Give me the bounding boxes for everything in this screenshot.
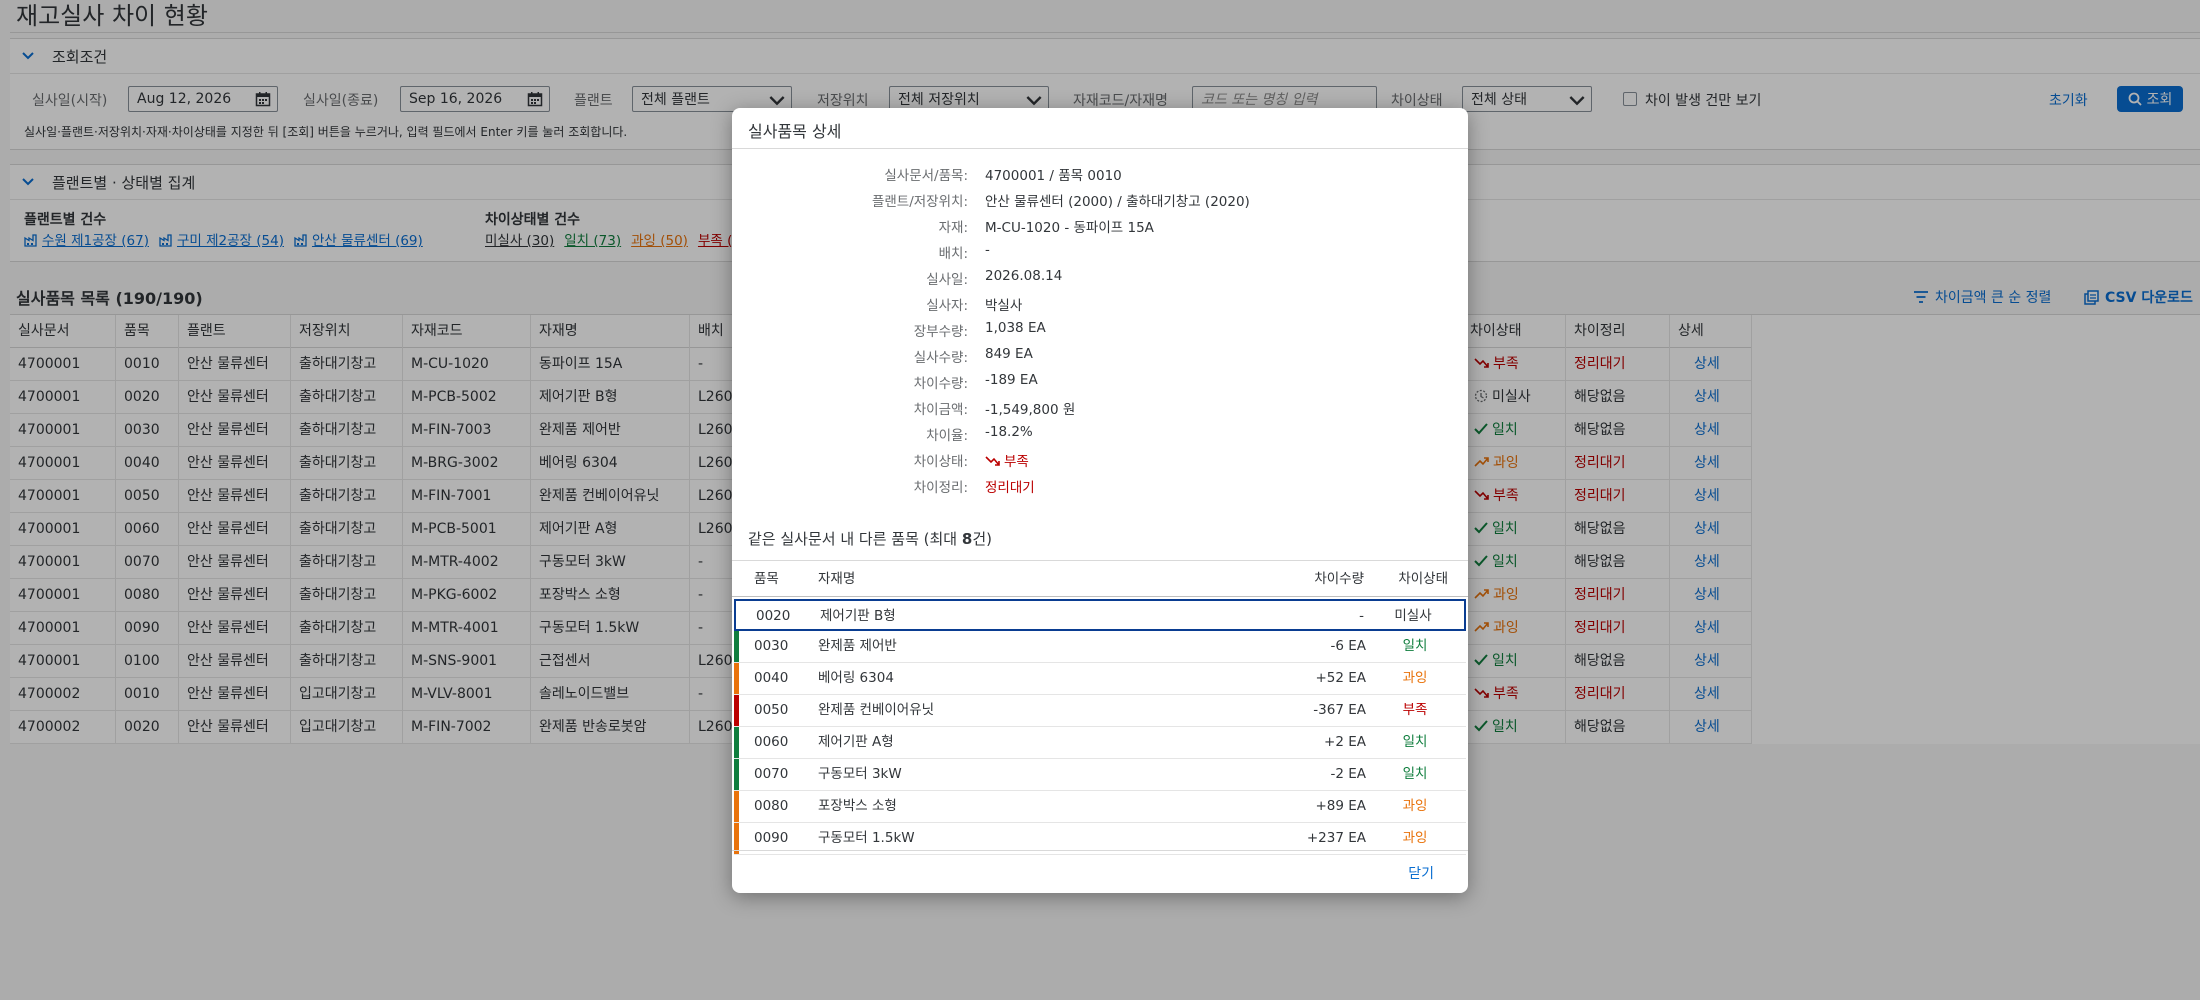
sub-cell-item: 0070 — [754, 766, 789, 782]
status-color-bar — [734, 759, 739, 790]
field-value-text: 부족 — [1004, 454, 1029, 470]
sub-cell-qty: -6 EA — [1330, 638, 1366, 654]
sub-cell-status: 일치 — [1402, 638, 1428, 654]
field-label: 차이수량: — [913, 376, 968, 392]
sub-cell-status: 과잉 — [1402, 798, 1428, 814]
sub-cell-qty: +2 EA — [1324, 734, 1366, 750]
field-value: 박실사 — [985, 298, 1023, 314]
field-label: 차이금액: — [913, 402, 968, 418]
sub-cell-item: 0040 — [754, 670, 789, 686]
sub-cell-qty: -367 EA — [1313, 702, 1366, 718]
detail-dialog: 실사품목 상세 실사문서/품목: 4700001 / 품목 0010 플랜트/저장위… — [732, 108, 1468, 893]
field-value: -18.2% — [985, 424, 1033, 440]
sub-cell-qty: -2 EA — [1330, 766, 1366, 782]
sub-title-max: 최대 — [929, 530, 962, 548]
field-label: 배치: — [938, 246, 968, 262]
sub-cell-status: 부족 — [1402, 702, 1428, 718]
field-label: 플랜트/저장위치: — [871, 194, 968, 210]
sub-table-row[interactable]: 0060 제어기판 A형 +2 EA 일치 — [734, 727, 1466, 759]
status-color-bar — [734, 791, 739, 822]
sub-cell-name: 구동모터 3kW — [818, 766, 902, 782]
sub-col-item: 품목 — [754, 571, 779, 587]
sub-cell-qty: +89 EA — [1315, 798, 1366, 814]
sub-table-row[interactable]: 0020 제어기판 B형 - 미실사 — [734, 599, 1466, 631]
field-label: 차이상태: — [913, 454, 968, 470]
sub-cell-item: 0060 — [754, 734, 789, 750]
sub-cell-name: 베어링 6304 — [818, 670, 894, 686]
field-value: 2026.08.14 — [985, 268, 1063, 284]
sub-cell-status: 일치 — [1402, 734, 1428, 750]
divider — [732, 148, 1468, 149]
sub-cell-qty: +52 EA — [1315, 670, 1366, 686]
field-value: 4700001 / 품목 0010 — [985, 168, 1122, 184]
sub-cell-name: 제어기판 A형 — [818, 734, 894, 750]
sub-table-row[interactable]: 0040 베어링 6304 +52 EA 과잉 — [734, 663, 1466, 695]
sub-table-row[interactable]: 0070 구동모터 3kW -2 EA 일치 — [734, 759, 1466, 791]
sub-cell-status: 일치 — [1402, 766, 1428, 782]
field-value: 1,038 EA — [985, 320, 1046, 336]
sub-title-prefix: 같은 실사문서 내 다른 품목 ( — [748, 530, 930, 548]
field-label: 실사문서/품목: — [884, 168, 968, 184]
field-label: 자재: — [938, 220, 968, 236]
sub-cell-item: 0050 — [754, 702, 789, 718]
divider — [732, 850, 1468, 851]
sub-cell-qty: - — [1359, 608, 1364, 624]
field-label: 실사일: — [926, 272, 968, 288]
sub-cell-item: 0080 — [754, 798, 789, 814]
sub-table-row[interactable]: 0050 완제품 컨베이어유닛 -367 EA 부족 — [734, 695, 1466, 727]
sub-col-qty: 차이수량 — [1314, 571, 1364, 587]
sub-cell-item: 0020 — [756, 608, 791, 624]
sub-col-status: 차이상태 — [1398, 571, 1448, 587]
field-label: 차이율: — [926, 428, 968, 444]
dialog-title: 실사품목 상세 — [748, 122, 842, 141]
field-label: 차이정리: — [913, 480, 968, 496]
field-value: -1,549,800 원 — [985, 402, 1076, 418]
field-value: - — [985, 242, 990, 258]
field-label: 실사자: — [926, 298, 968, 314]
status-color-bar — [736, 601, 741, 629]
sub-cell-status: 미실사 — [1394, 608, 1432, 624]
sub-title-count: 8 — [961, 530, 973, 548]
sub-cell-item: 0090 — [754, 830, 789, 846]
sub-title: 같은 실사문서 내 다른 품목 (최대 8건) — [748, 528, 992, 549]
sub-title-suffix: 건) — [972, 530, 992, 548]
status-color-bar — [734, 727, 739, 758]
sub-cell-name: 포장박스 소형 — [818, 798, 897, 814]
sub-cell-name: 완제품 컨베이어유닛 — [818, 702, 935, 718]
field-value: 849 EA — [985, 346, 1033, 362]
sub-table-row[interactable]: 0030 완제품 제어반 -6 EA 일치 — [734, 631, 1466, 663]
sub-cell-status: 과잉 — [1402, 670, 1428, 686]
field-value: 안산 물류센터 (2000) / 출하대기창고 (2020) — [985, 194, 1250, 210]
status-color-bar — [734, 695, 739, 726]
status-color-bar — [734, 663, 739, 694]
sub-col-name: 자재명 — [818, 571, 856, 587]
field-value: -189 EA — [985, 372, 1038, 388]
sub-cell-item: 0030 — [754, 638, 789, 654]
field-value: 정리대기 — [985, 480, 1035, 496]
field-value: 부족 — [985, 450, 1029, 470]
field-label: 장부수량: — [913, 324, 968, 340]
sub-table-row[interactable]: 0080 포장박스 소형 +89 EA 과잉 — [734, 791, 1466, 823]
sub-cell-name: 구동모터 1.5kW — [818, 830, 915, 846]
status-color-bar — [734, 631, 739, 662]
trend-down-icon — [985, 456, 1000, 466]
field-value: M-CU-1020 - 동파이프 15A — [985, 220, 1154, 236]
sub-cell-name: 완제품 제어반 — [818, 638, 897, 654]
close-button[interactable]: 닫기 — [1408, 863, 1434, 883]
field-label: 실사수량: — [913, 350, 968, 366]
sub-cell-name: 제어기판 B형 — [820, 608, 896, 624]
sub-table-header: 품목 자재명 차이수량 차이상태 — [732, 561, 1468, 597]
sub-cell-qty: +237 EA — [1306, 830, 1366, 846]
sub-cell-status: 과잉 — [1402, 830, 1428, 846]
